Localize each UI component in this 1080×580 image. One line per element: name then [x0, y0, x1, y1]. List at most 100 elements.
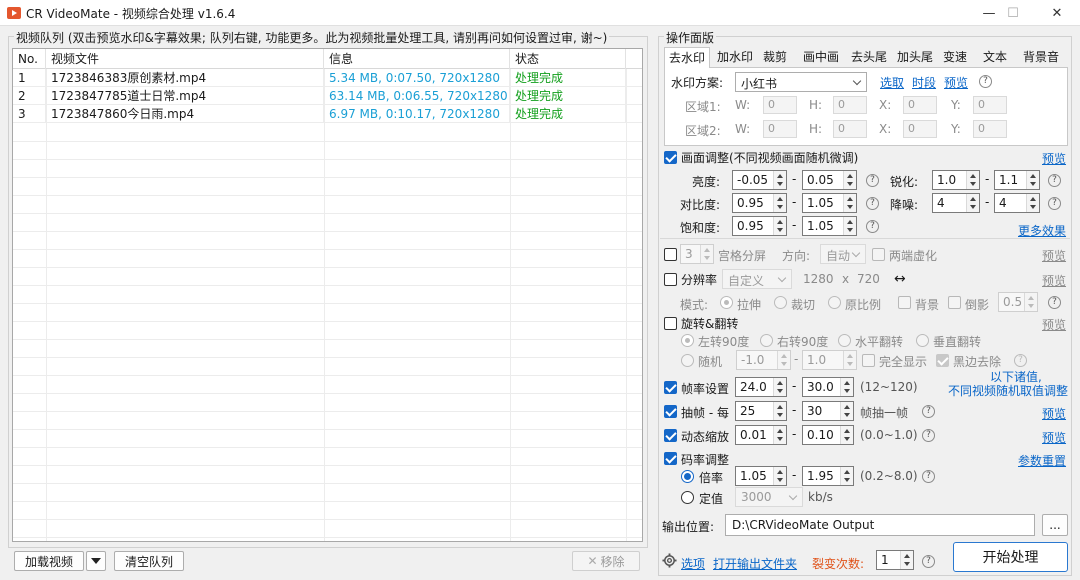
bitrate-fixed-select[interactable]: 3000	[735, 487, 803, 507]
help-icon[interactable]: ?	[866, 174, 879, 187]
sharpen-min-stepper[interactable]: 1.0	[932, 170, 980, 190]
help-icon[interactable]: ?	[922, 470, 935, 483]
remove-button[interactable]: ✕ 移除	[572, 551, 640, 571]
drop-min-stepper[interactable]: 25	[735, 401, 787, 421]
area2-h-input[interactable]: 0	[833, 120, 867, 138]
resolution-checkbox[interactable]	[664, 273, 677, 286]
rotate-min-stepper[interactable]: -1.0	[736, 350, 791, 370]
drop-frames-checkbox[interactable]	[664, 405, 677, 418]
remove-black-border-checkbox[interactable]	[936, 354, 949, 367]
stepper-arrows-icon[interactable]	[773, 194, 786, 212]
contrast-min-stepper[interactable]: 0.95	[732, 193, 787, 213]
grid-split-checkbox[interactable]	[664, 248, 677, 261]
bitrate-ratio-min-stepper[interactable]: 1.05	[735, 466, 787, 486]
tab-add-watermark[interactable]: 加水印	[712, 47, 758, 67]
full-display-checkbox[interactable]	[862, 354, 875, 367]
tab-trim-ends[interactable]: 去头尾	[846, 47, 892, 67]
area2-w-input[interactable]: 0	[763, 120, 797, 138]
stepper-arrows-icon[interactable]	[840, 378, 853, 396]
stepper-arrows-icon[interactable]	[700, 245, 713, 263]
fps-checkbox[interactable]	[664, 381, 677, 394]
saturation-min-stepper[interactable]: 0.95	[732, 216, 787, 236]
options-link[interactable]: 选项	[681, 555, 705, 572]
load-video-dropdown-button[interactable]	[86, 551, 106, 571]
help-icon[interactable]: ?	[979, 75, 992, 88]
brightness-max-stepper[interactable]: 0.05	[802, 170, 857, 190]
column-header-info[interactable]: 信息	[324, 49, 510, 69]
zoom-max-stepper[interactable]: 0.10	[802, 425, 854, 445]
help-icon[interactable]: ?	[922, 555, 935, 568]
tab-add-ends[interactable]: 加头尾	[892, 47, 938, 67]
blur-ends-checkbox[interactable]	[872, 248, 885, 261]
bitrate-ratio-radio[interactable]	[681, 470, 694, 483]
denoise-max-stepper[interactable]: 4	[994, 193, 1040, 213]
stepper-arrows-icon[interactable]	[840, 467, 853, 485]
open-output-folder-link[interactable]: 打开输出文件夹	[713, 555, 797, 572]
help-icon[interactable]: ?	[866, 220, 879, 233]
help-icon[interactable]: ?	[1048, 197, 1061, 210]
tab-picture-in-picture[interactable]: 画中画	[798, 47, 844, 67]
zoom-preview-link[interactable]: 预览	[1042, 429, 1066, 446]
column-header-status[interactable]: 状态	[510, 49, 626, 69]
area1-x-input[interactable]: 0	[903, 96, 937, 114]
shadow-checkbox[interactable]	[948, 296, 961, 309]
adjust-preview-link[interactable]: 预览	[1042, 150, 1066, 167]
rotate-left-radio[interactable]	[681, 334, 694, 347]
crop-radio[interactable]	[774, 296, 787, 309]
resolution-preview-link[interactable]: 预览	[1042, 272, 1066, 289]
table-row[interactable]: 2 1723847785道士日常.mp4 63.14 MB, 0:06.55, …	[13, 87, 642, 105]
split-count-stepper[interactable]: 1	[876, 550, 914, 570]
contrast-max-stepper[interactable]: 1.05	[802, 193, 857, 213]
stepper-arrows-icon[interactable]	[966, 171, 979, 189]
stepper-arrows-icon[interactable]	[843, 171, 856, 189]
stepper-arrows-icon[interactable]	[1024, 293, 1037, 311]
tab-crop[interactable]: 裁剪	[758, 47, 792, 67]
bitrate-checkbox[interactable]	[664, 452, 677, 465]
saturation-max-stepper[interactable]: 1.05	[802, 216, 857, 236]
rotate-checkbox[interactable]	[664, 317, 677, 330]
help-icon[interactable]: ?	[1048, 296, 1061, 309]
help-icon[interactable]: ?	[1014, 354, 1027, 367]
background-checkbox[interactable]	[898, 296, 911, 309]
drop-preview-link[interactable]: 预览	[1042, 405, 1066, 422]
denoise-min-stepper[interactable]: 4	[932, 193, 980, 213]
grid-count-stepper[interactable]: 3	[680, 244, 714, 264]
column-header-no[interactable]: No.	[13, 49, 46, 69]
close-button[interactable]: ✕	[1034, 0, 1080, 26]
ratio-radio[interactable]	[828, 296, 841, 309]
start-processing-button[interactable]: 开始处理	[953, 542, 1068, 572]
help-icon[interactable]: ?	[866, 197, 879, 210]
stepper-arrows-icon[interactable]	[1026, 194, 1039, 212]
bitrate-ratio-max-stepper[interactable]: 1.95	[802, 466, 854, 486]
help-icon[interactable]: ?	[1048, 174, 1061, 187]
tab-text[interactable]: 文本	[978, 47, 1012, 67]
grid-preview-link[interactable]: 预览	[1042, 247, 1066, 264]
direction-select[interactable]: 自动	[820, 244, 866, 264]
stepper-arrows-icon[interactable]	[773, 402, 786, 420]
stepper-arrows-icon[interactable]	[840, 402, 853, 420]
stepper-arrows-icon[interactable]	[773, 467, 786, 485]
random-rotate-radio[interactable]	[681, 354, 694, 367]
stepper-arrows-icon[interactable]	[773, 217, 786, 235]
stepper-arrows-icon[interactable]	[777, 351, 790, 369]
stepper-arrows-icon[interactable]	[773, 171, 786, 189]
column-header-file[interactable]: 视频文件	[46, 49, 324, 69]
zoom-min-stepper[interactable]: 0.01	[735, 425, 787, 445]
watermark-scheme-select[interactable]: 小红书	[735, 72, 867, 92]
stepper-arrows-icon[interactable]	[843, 194, 856, 212]
stepper-arrows-icon[interactable]	[843, 217, 856, 235]
stepper-arrows-icon[interactable]	[773, 426, 786, 444]
table-row[interactable]: 3 1723847860今日雨.mp4 6.97 MB, 0:10.17, 72…	[13, 105, 642, 123]
shadow-stepper[interactable]: 0.5	[998, 292, 1038, 312]
reset-params-link[interactable]: 参数重置	[1018, 452, 1066, 469]
bitrate-fixed-radio[interactable]	[681, 491, 694, 504]
tab-speed[interactable]: 变速	[938, 47, 972, 67]
more-effects-link[interactable]: 更多效果	[1018, 222, 1066, 239]
resolution-preset-select[interactable]: 自定义	[722, 269, 792, 289]
pick-link[interactable]: 选取	[880, 74, 904, 91]
clear-queue-button[interactable]: 清空队列	[114, 551, 184, 571]
table-row[interactable]: 1 1723846383原创素材.mp4 5.34 MB, 0:07.50, 7…	[13, 69, 642, 87]
area2-y-input[interactable]: 0	[973, 120, 1007, 138]
fps-min-stepper[interactable]: 24.0	[735, 377, 787, 397]
gear-icon[interactable]	[662, 553, 677, 568]
